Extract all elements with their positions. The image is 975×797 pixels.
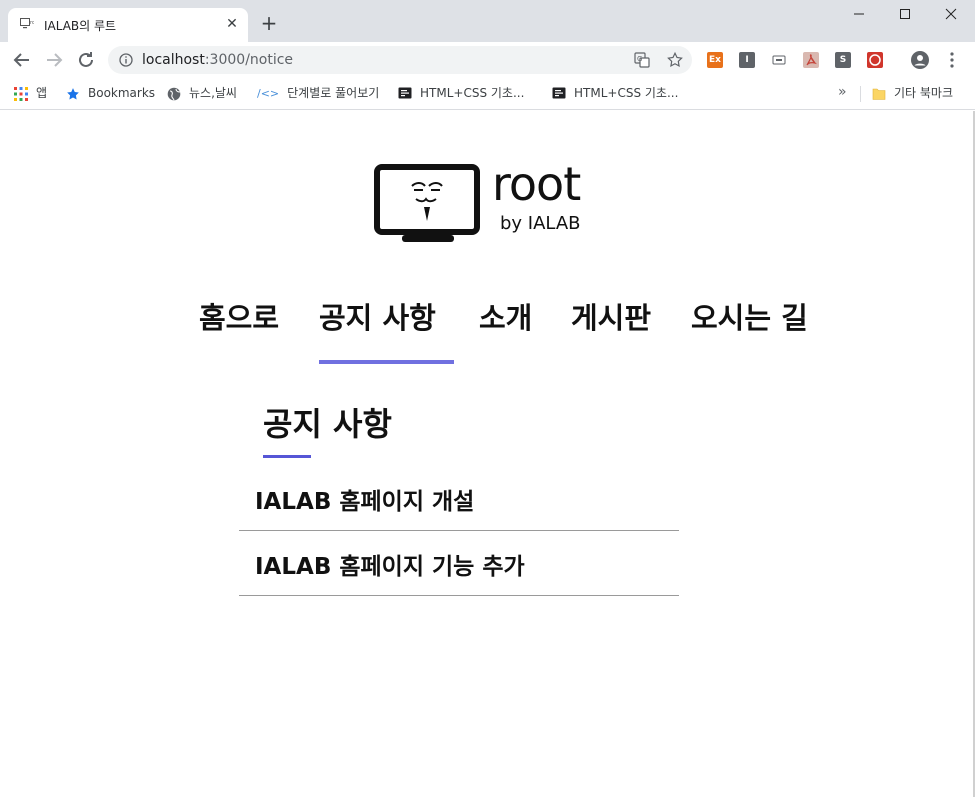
maximize-icon[interactable]: [882, 0, 928, 30]
bookmark-label: HTML+CSS 기초...: [420, 86, 525, 100]
address-bar[interactable]: localhost:3000/notice G: [108, 46, 692, 74]
extension-icon[interactable]: Ex: [707, 52, 723, 68]
profile-avatar-icon[interactable]: [910, 50, 930, 70]
bookmark-label: 기타 북마크: [894, 86, 954, 100]
new-tab-button[interactable]: +: [258, 13, 280, 35]
bookmark-step-by-step[interactable]: /<> 단계별로 풀어보기: [257, 83, 379, 103]
bookmarks-divider: [860, 86, 861, 102]
tab-strip: ro IALAB의 루트 ✕ +: [0, 0, 975, 42]
bookmark-other-folder[interactable]: 기타 북마크: [872, 83, 953, 103]
globe-icon: [167, 87, 181, 100]
bookmark-label: Bookmarks: [88, 86, 156, 100]
extension-icon[interactable]: S: [835, 52, 851, 68]
star-icon[interactable]: [666, 51, 684, 69]
doc-icon: [552, 87, 566, 98]
bookmark-bookmarks[interactable]: Bookmarks: [66, 83, 155, 103]
svg-text:G: G: [637, 55, 642, 63]
monitor-favicon-icon: ro: [20, 18, 34, 29]
browser-tab[interactable]: ro IALAB의 루트 ✕: [8, 8, 248, 42]
title-underline: [263, 455, 311, 458]
bookmark-apps[interactable]: 앱: [14, 83, 47, 103]
url-text[interactable]: localhost:3000/notice: [142, 52, 293, 68]
url-path: :3000/notice: [204, 52, 294, 68]
close-icon[interactable]: ✕: [224, 16, 240, 32]
logo-wordmark: root: [492, 157, 581, 211]
extension-icon[interactable]: [771, 52, 787, 68]
notice-title[interactable]: IALAB 홈페이지 개설: [255, 482, 474, 516]
logo-byline: by IALAB: [500, 213, 581, 234]
bookmark-html-css-1[interactable]: HTML+CSS 기초...: [398, 83, 524, 103]
notice-title[interactable]: IALAB 홈페이지 기능 추가: [255, 547, 525, 581]
bookmark-label: 단계별로 풀어보기: [287, 86, 380, 100]
page-title: 공지 사항: [263, 405, 392, 443]
main-nav: 홈으로 공지 사항 소개 게시판 오시는 길: [0, 295, 975, 335]
list-item[interactable]: IALAB 홈페이지 기능 추가: [239, 531, 679, 596]
monitor-mask-logo-icon: [374, 164, 480, 242]
bookmark-label: HTML+CSS 기초...: [574, 86, 679, 100]
window-close-icon[interactable]: [928, 0, 974, 30]
apps-grid-icon: [14, 86, 28, 101]
minimize-icon[interactable]: [836, 0, 882, 30]
svg-text:ro: ro: [30, 20, 34, 26]
extension-icon[interactable]: I: [739, 52, 755, 68]
star-icon: [67, 87, 79, 99]
pdf-extension-icon[interactable]: [803, 52, 819, 68]
reload-icon[interactable]: [74, 48, 98, 72]
back-arrow-icon[interactable]: [10, 48, 34, 72]
browser-toolbar: localhost:3000/notice G Ex I S: [0, 42, 975, 78]
translate-icon[interactable]: G: [634, 52, 650, 68]
url-host: localhost: [142, 52, 205, 68]
more-menu-icon[interactable]: [944, 51, 960, 69]
forward-arrow-icon[interactable]: [42, 48, 66, 72]
nav-directions[interactable]: 오시는 길: [691, 295, 808, 337]
bookmark-news-weather[interactable]: 뉴스,날씨: [167, 83, 237, 103]
extension-icon[interactable]: [867, 52, 883, 68]
folder-icon: [872, 88, 886, 100]
info-icon[interactable]: [119, 53, 133, 67]
bookmark-label: 뉴스,날씨: [189, 86, 237, 100]
site-logo[interactable]: root by IALAB: [374, 157, 604, 249]
notice-list: IALAB 홈페이지 개설 IALAB 홈페이지 기능 추가: [239, 466, 679, 596]
doc-icon: [398, 87, 412, 98]
tab-title: IALAB의 루트: [44, 19, 117, 33]
nav-notice[interactable]: 공지 사항: [319, 295, 436, 337]
active-nav-indicator: [319, 360, 454, 364]
bookmarks-overflow-button[interactable]: »: [838, 84, 847, 100]
nav-home[interactable]: 홈으로: [199, 295, 279, 337]
page-content: root by IALAB 홈으로 공지 사항 소개 게시판 오시는 길 공지 …: [0, 111, 975, 797]
bookmark-label: 앱: [36, 86, 48, 100]
list-item[interactable]: IALAB 홈페이지 개설: [239, 466, 679, 531]
bookmarks-bar: 앱 Bookmarks 뉴스,날씨 /<> 단계별로 풀어보기 HTML+CSS …: [0, 78, 975, 110]
code-icon: /<>: [257, 86, 280, 100]
bookmark-html-css-2[interactable]: HTML+CSS 기초...: [552, 83, 678, 103]
nav-about[interactable]: 소개: [479, 295, 532, 337]
nav-board[interactable]: 게시판: [571, 295, 651, 337]
